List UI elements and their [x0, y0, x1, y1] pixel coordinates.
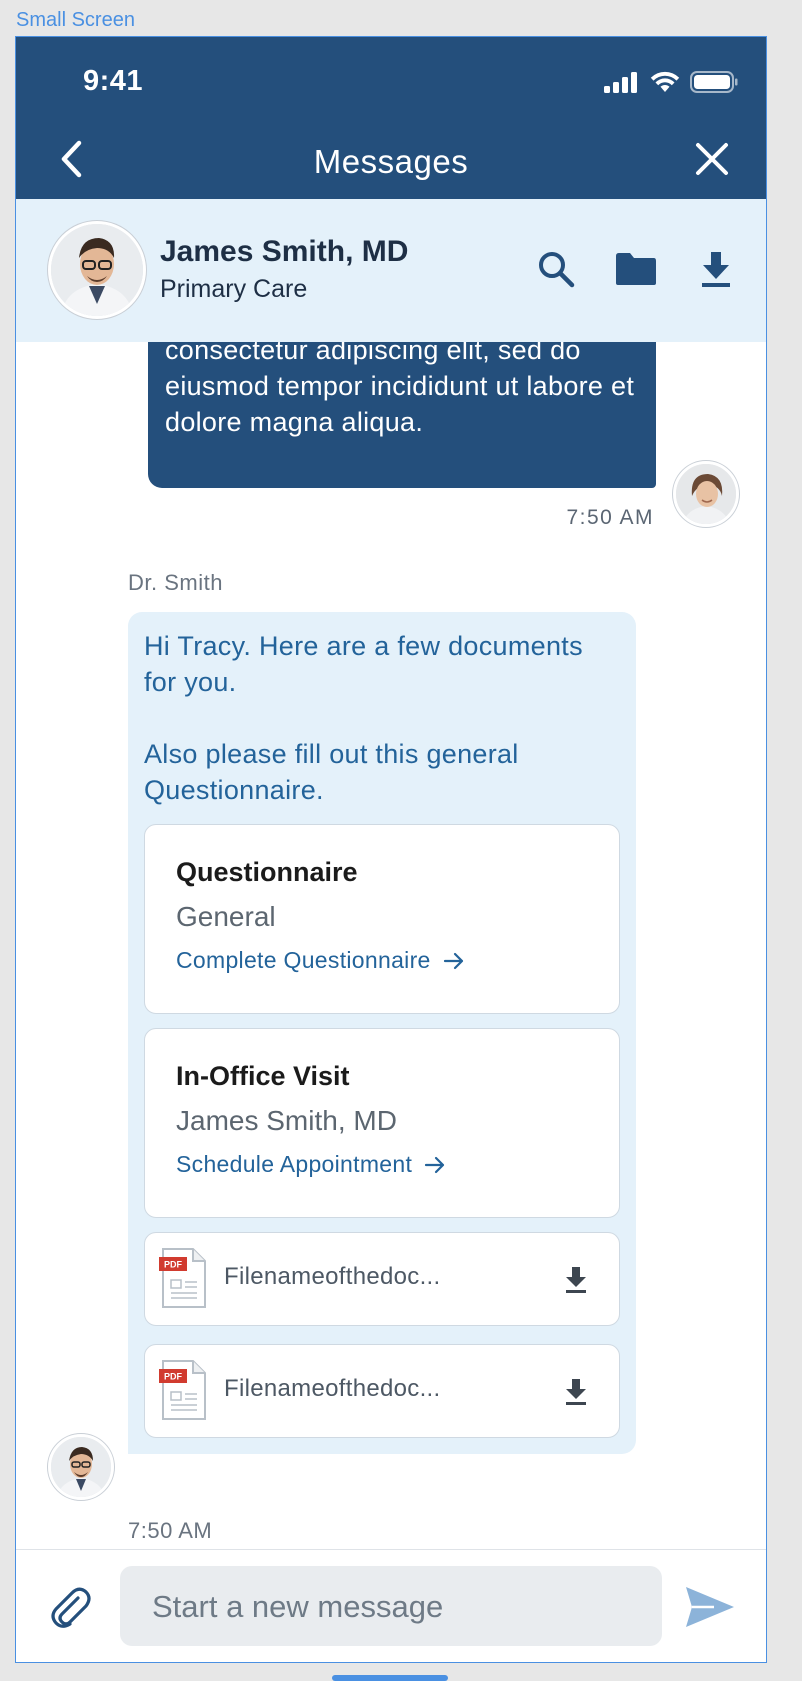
- download-icon[interactable]: [563, 1265, 589, 1293]
- wifi-icon: [650, 71, 680, 92]
- doctor-avatar: [48, 221, 146, 319]
- questionnaire-card[interactable]: Questionnaire General Complete Questionn…: [144, 824, 620, 1014]
- card-title: In-Office Visit: [176, 1061, 350, 1091]
- download-icon[interactable]: [563, 1377, 589, 1405]
- message-input-wrapper: [120, 1566, 662, 1648]
- close-icon: [696, 143, 728, 175]
- arrow-right-icon: [425, 1156, 445, 1173]
- file-name: Filenameofthedoc...: [224, 1263, 441, 1290]
- contact-name: James Smith, MD: [160, 235, 409, 268]
- patient-avatar: [673, 461, 739, 527]
- home-indicator: [332, 1675, 448, 1681]
- link-label: Complete Questionnaire: [176, 947, 431, 973]
- phone-screen: 9:41 Messages James Smith, MD Primary Ca…: [15, 36, 767, 1663]
- contact-actions: [534, 247, 738, 291]
- send-icon: [686, 1587, 734, 1627]
- download-button[interactable]: [694, 247, 738, 291]
- outgoing-timestamp: 7:50 AM: [566, 506, 654, 529]
- signal-icon: [604, 72, 637, 93]
- schedule-appointment-link[interactable]: Schedule Appointment: [176, 1151, 446, 1178]
- search-button[interactable]: [534, 247, 578, 291]
- card-subtitle: General: [176, 901, 276, 932]
- status-icons: [604, 71, 738, 93]
- message-input[interactable]: [150, 1566, 636, 1648]
- message-composer: [16, 1549, 766, 1662]
- appointment-card[interactable]: In-Office Visit James Smith, MD Schedule…: [144, 1028, 620, 1218]
- pdf-file-icon: PDF: [159, 1248, 206, 1308]
- contact-specialty: Primary Care: [160, 275, 308, 303]
- contact-header: James Smith, MD Primary Care: [16, 199, 766, 342]
- file-name: Filenameofthedoc...: [224, 1375, 441, 1402]
- incoming-timestamp: 7:50 AM: [128, 1518, 213, 1543]
- frame-label: Small Screen: [16, 9, 135, 31]
- page-title: Messages: [313, 143, 469, 180]
- card-subtitle: James Smith, MD: [176, 1105, 397, 1136]
- file-attachment[interactable]: PDF Filenameofthedoc...: [144, 1344, 620, 1438]
- doctor-avatar-small: [48, 1434, 114, 1500]
- download-icon: [702, 252, 730, 287]
- files-button[interactable]: [614, 247, 658, 291]
- incoming-message: Hi Tracy. Here are a few documents for y…: [128, 612, 636, 1454]
- status-time: 9:41: [83, 65, 144, 97]
- top-bar: 9:41 Messages: [16, 37, 766, 199]
- outgoing-message: consectetur adipiscing elit, sed do eius…: [148, 342, 656, 488]
- search-icon: [539, 252, 575, 288]
- link-label: Schedule Appointment: [176, 1151, 413, 1177]
- battery-icon: [690, 71, 738, 93]
- folder-icon: [616, 253, 656, 285]
- file-attachment[interactable]: PDF Filenameofthedoc...: [144, 1232, 620, 1326]
- card-title: Questionnaire: [176, 857, 358, 887]
- pdf-file-icon: PDF: [159, 1360, 206, 1420]
- close-button[interactable]: [692, 139, 732, 179]
- pdf-label: PDF: [164, 1372, 183, 1382]
- complete-questionnaire-link[interactable]: Complete Questionnaire: [176, 947, 465, 974]
- paperclip-icon: [51, 1587, 91, 1628]
- send-button[interactable]: [684, 1584, 736, 1630]
- attach-button[interactable]: [48, 1584, 92, 1630]
- incoming-message-text: Hi Tracy. Here are a few documents for y…: [144, 631, 583, 805]
- pdf-label: PDF: [164, 1260, 183, 1270]
- message-list[interactable]: consectetur adipiscing elit, sed do eius…: [16, 342, 766, 1550]
- arrow-right-icon: [443, 952, 463, 969]
- sender-name: Dr. Smith: [128, 570, 223, 595]
